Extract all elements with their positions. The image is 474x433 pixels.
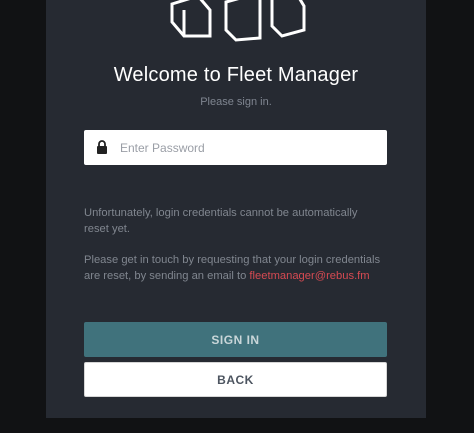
page-subtitle: Please sign in.: [200, 96, 272, 108]
sign-in-button[interactable]: SIGN IN: [84, 322, 387, 357]
contact-notice: Please get in touch by requesting that y…: [84, 252, 384, 284]
support-email-link[interactable]: fleetmanager@rebus.fm: [249, 270, 369, 282]
lock-icon: [97, 140, 107, 154]
page: Welcome to Fleet Manager Please sign in.…: [0, 0, 474, 433]
password-input[interactable]: [120, 130, 380, 165]
password-field[interactable]: [84, 130, 387, 165]
back-button[interactable]: BACK: [84, 362, 387, 397]
login-card: Welcome to Fleet Manager Please sign in.…: [46, 0, 426, 418]
page-title: Welcome to Fleet Manager: [113, 64, 359, 86]
reset-notice: Unfortunately, login credentials cannot …: [84, 207, 358, 235]
fleet-manager-logo-icon: [170, 0, 306, 42]
